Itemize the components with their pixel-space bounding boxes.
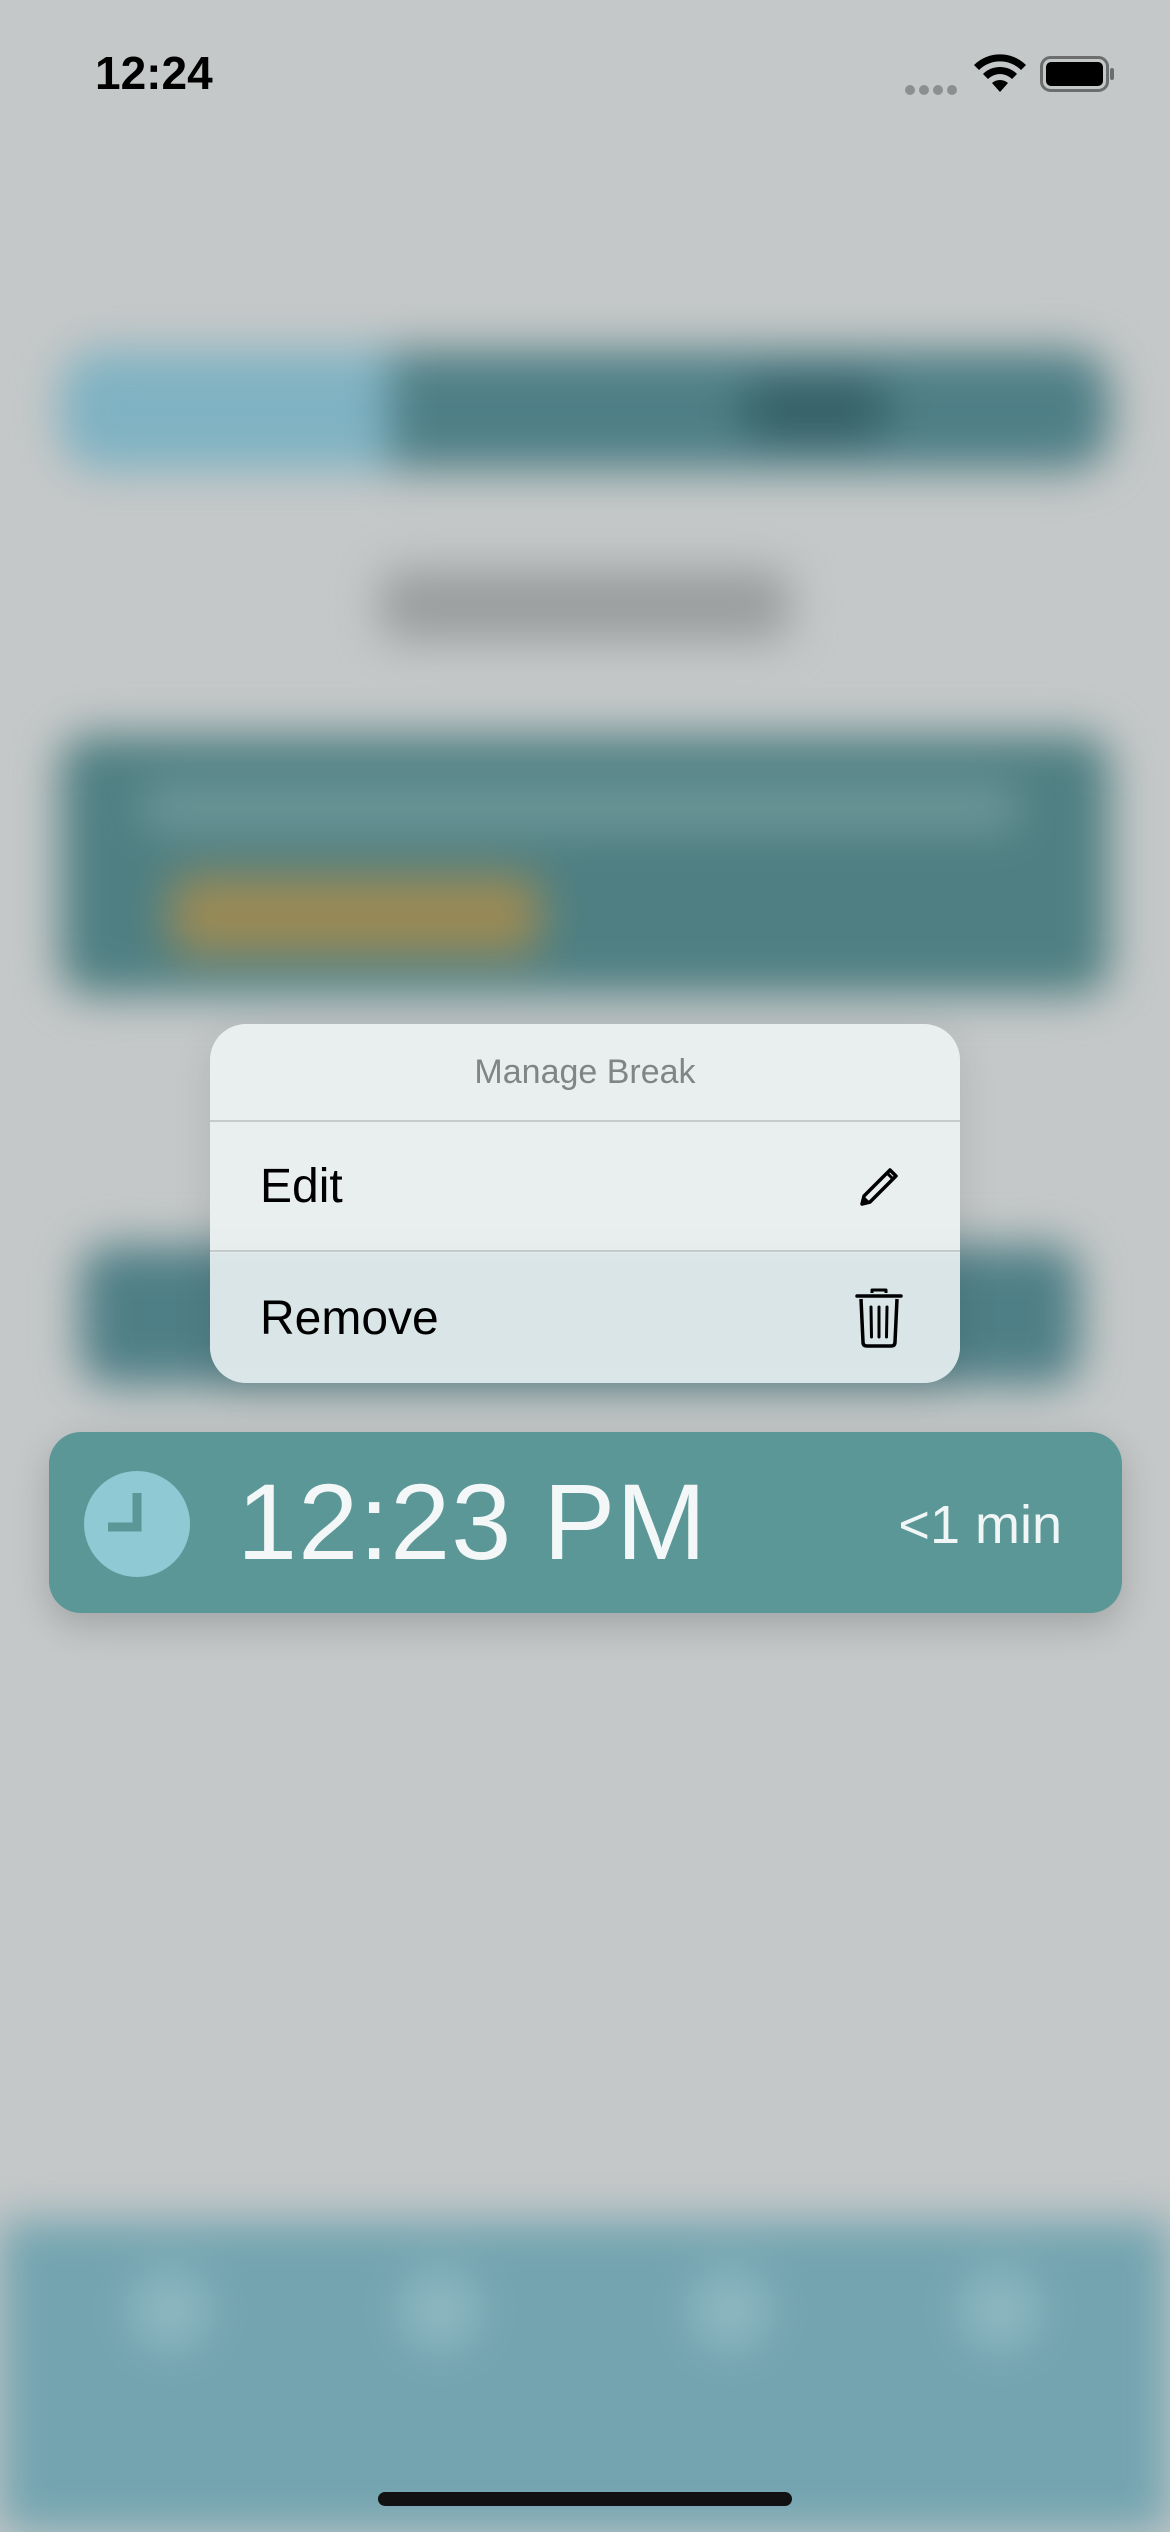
edit-menu-item[interactable]: Edit [210,1122,960,1252]
status-time: 12:24 [95,47,213,99]
menu-title: Manage Break [210,1024,960,1122]
background-tab-bar [0,2220,1170,2532]
break-row[interactable]: 12:23 PM <1 min [49,1432,1122,1613]
background-summary-card [60,735,1110,995]
break-start-time: 12:23 PM [237,1461,708,1582]
edit-label: Edit [260,1159,343,1213]
pencil-icon [860,1168,898,1206]
wifi-icon [974,54,1026,92]
background-segmented-control [60,350,1110,470]
cellular-signal-icon [905,82,963,95]
battery-icon [1040,56,1114,92]
remove-label: Remove [260,1291,439,1345]
manage-break-menu: Manage Break Edit Remove [210,1024,960,1383]
remove-menu-item[interactable]: Remove [210,1253,960,1383]
home-indicator[interactable] [378,2492,792,2506]
background-date-label [380,570,790,640]
trash-icon [855,1288,903,1348]
status-bar: 12:24 [0,0,1170,150]
break-duration: <1 min [898,1495,1062,1555]
clock-icon [84,1471,190,1577]
